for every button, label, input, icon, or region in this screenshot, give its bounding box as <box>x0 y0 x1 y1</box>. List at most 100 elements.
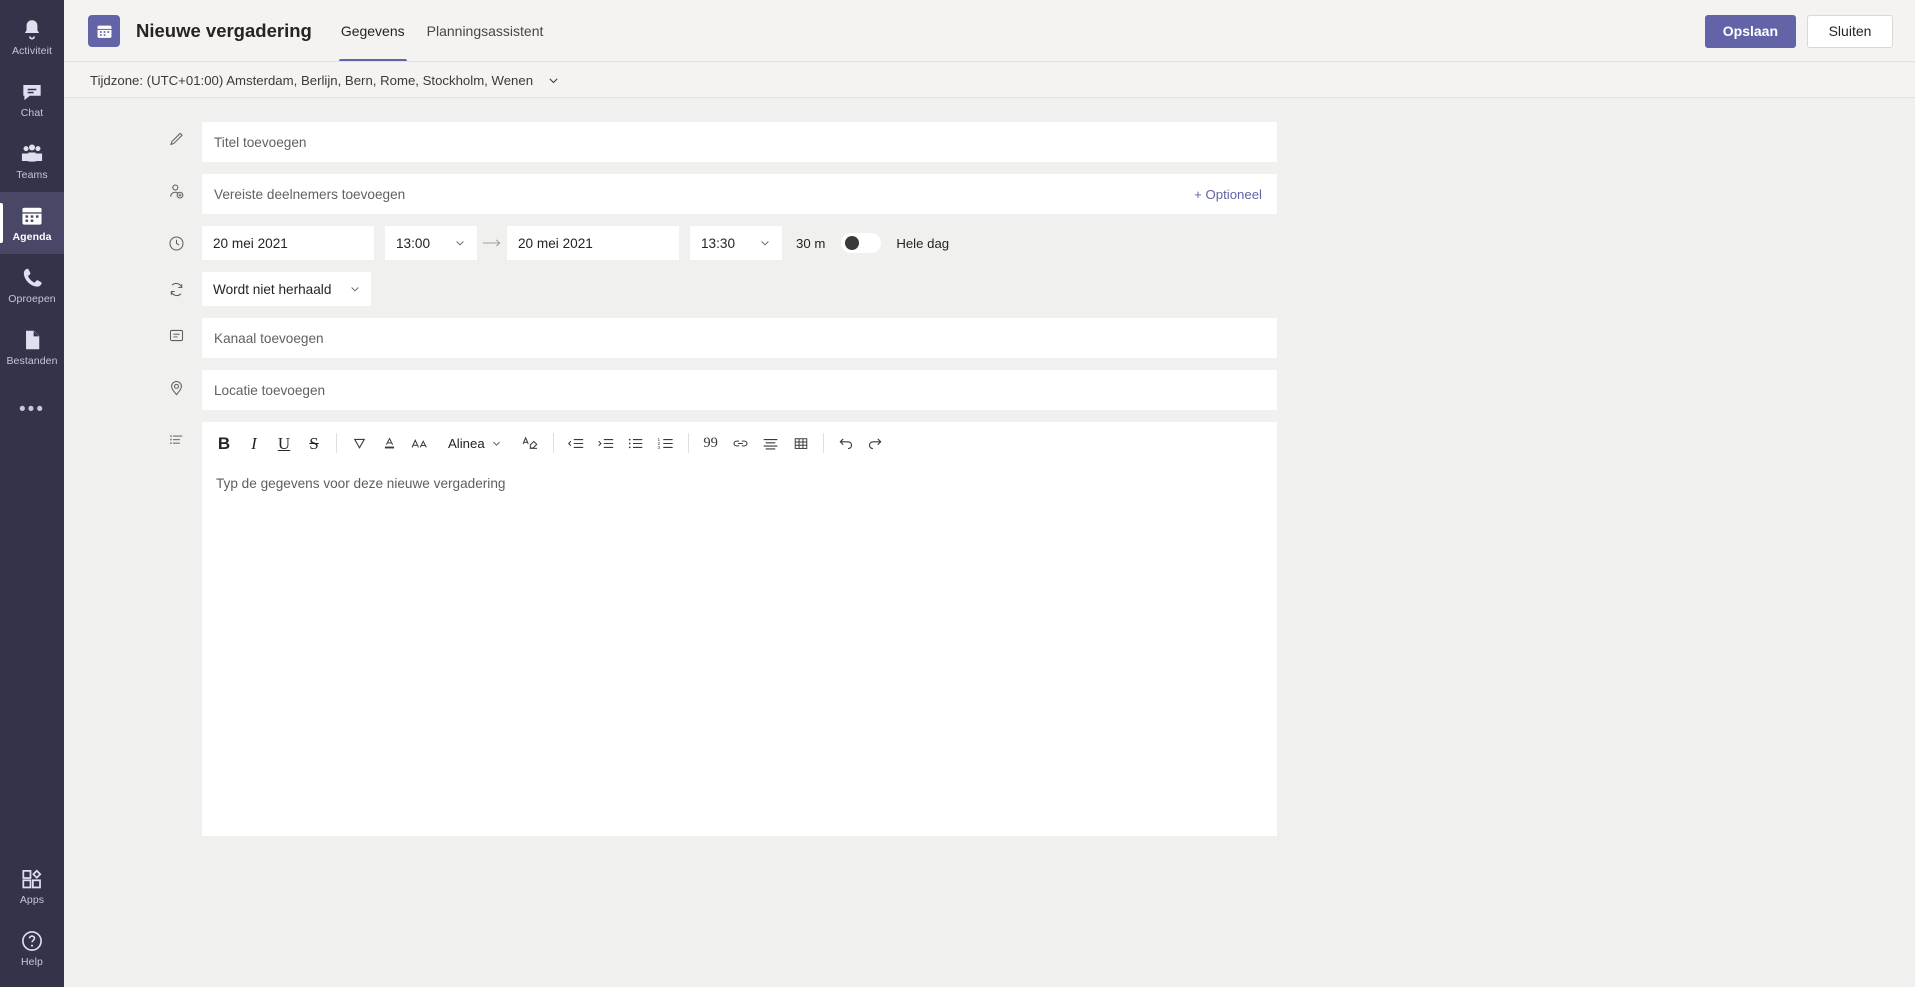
form-row-attendees: Vereiste deelnemers toevoegen + Optionee… <box>64 174 1915 214</box>
teams-app-window: Activiteit Chat Teams Agenda Oproepen Be… <box>0 0 1915 987</box>
sidebar-item-label: Chat <box>20 107 44 120</box>
form-row-location-body: Locatie toevoegen <box>202 370 1277 410</box>
table-icon[interactable] <box>786 428 816 458</box>
form-row-title-body: Titel toevoegen <box>202 122 1277 162</box>
form-row-channel-body: Kanaal toevoegen <box>202 318 1277 358</box>
form-row-location: Locatie toevoegen <box>64 370 1915 410</box>
end-date-input[interactable]: 20 mei 2021 <box>507 226 679 260</box>
highlight-icon[interactable] <box>344 428 374 458</box>
bullet-list-icon[interactable] <box>621 428 651 458</box>
details-textarea[interactable]: Typ de gegevens voor deze nieuwe vergade… <box>202 464 1277 836</box>
form-row-attendees-body: Vereiste deelnemers toevoegen + Optionee… <box>202 174 1277 214</box>
repeat-icon <box>150 272 202 306</box>
end-time-select[interactable]: 13:30 <box>690 226 782 260</box>
form-row-datetime-body: 20 mei 2021 13:00 20 mei 2021 13:30 30 m… <box>202 226 1277 260</box>
underline-button[interactable]: U <box>269 428 299 458</box>
sidebar-item-label: Help <box>21 956 43 969</box>
timezone-label: Tijdzone: (UTC+01:00) Amsterdam, Berlijn… <box>90 72 534 88</box>
form-row-title: Titel toevoegen <box>64 122 1915 162</box>
details-editor: B I U S Alinea 1 2 3 99 Typ de gegevens … <box>202 422 1277 836</box>
strikethrough-button[interactable]: S <box>299 428 329 458</box>
italic-button[interactable]: I <box>239 428 269 458</box>
sidebar-item-label: Apps <box>19 894 45 907</box>
title-input[interactable]: Titel toevoegen <box>202 122 1277 162</box>
all-day-label: Hele dag <box>896 235 950 251</box>
datetime-controls: 20 mei 2021 13:00 20 mei 2021 13:30 30 m… <box>202 226 1277 260</box>
sidebar-item-chat[interactable]: Chat <box>0 68 64 130</box>
sidebar-item-label: Bestanden <box>6 355 58 368</box>
duration-label: 30 m <box>796 235 826 251</box>
paragraph-style-select[interactable]: Alinea <box>439 428 511 458</box>
toolbar-divider <box>552 433 554 453</box>
start-time-select[interactable]: 13:00 <box>385 226 477 260</box>
undo-icon[interactable] <box>831 428 861 458</box>
chevron-down-icon[interactable] <box>547 74 560 87</box>
sidebar-item-apps[interactable]: Apps <box>0 855 64 917</box>
sidebar-item-activity[interactable]: Activiteit <box>0 6 64 68</box>
arrow-right-icon <box>477 237 507 249</box>
main-content: Nieuwe vergadering Gegevens Planningsass… <box>64 0 1915 987</box>
bell-icon <box>19 17 45 43</box>
meeting-header: Nieuwe vergadering Gegevens Planningsass… <box>64 0 1915 62</box>
close-button[interactable]: Sluiten <box>1807 14 1893 48</box>
header-actions: Opslaan Sluiten <box>1704 14 1893 48</box>
location-input[interactable]: Locatie toevoegen <box>202 370 1277 410</box>
toolbar-divider <box>822 433 824 453</box>
svg-text:3: 3 <box>658 444 661 449</box>
recurrence-value: Wordt niet herhaald <box>213 281 332 297</box>
decrease-indent-icon[interactable] <box>561 428 591 458</box>
toggle-knob <box>845 236 860 250</box>
sidebar-primary-group: Activiteit Chat Teams Agenda Oproepen Be… <box>0 0 64 440</box>
toolbar-divider <box>336 433 337 453</box>
meeting-calendar-badge-icon <box>88 15 120 47</box>
numbered-list-icon[interactable]: 1 2 3 <box>651 428 681 458</box>
quote-label: 99 <box>703 434 718 451</box>
tab-planningsassistent[interactable]: Planningsassistent <box>416 0 555 62</box>
sidebar-bottom-group: Apps Help <box>0 855 64 987</box>
app-sidebar: Activiteit Chat Teams Agenda Oproepen Be… <box>0 0 64 987</box>
strikethrough-label: S <box>309 433 319 453</box>
redo-icon[interactable] <box>861 428 891 458</box>
start-time-value: 13:00 <box>396 235 431 251</box>
add-person-icon <box>150 174 202 208</box>
form-row-recurrence-body: Wordt niet herhaald <box>202 272 1277 306</box>
more-label: ••• <box>19 398 45 420</box>
chat-icon <box>19 79 45 105</box>
bold-label: B <box>217 433 231 453</box>
attendees-field: Vereiste deelnemers toevoegen + Optionee… <box>202 174 1277 214</box>
sidebar-item-teams[interactable]: Teams <box>0 130 64 192</box>
editor-toolbar: B I U S Alinea 1 2 3 99 <box>202 422 1277 464</box>
sidebar-item-files[interactable]: Bestanden <box>0 316 64 378</box>
link-icon[interactable] <box>726 428 756 458</box>
start-date-input[interactable]: 20 mei 2021 <box>202 226 374 260</box>
sidebar-item-calls[interactable]: Oproepen <box>0 254 64 316</box>
sidebar-item-help[interactable]: Help <box>0 917 64 979</box>
font-size-icon[interactable] <box>404 428 434 458</box>
all-day-toggle[interactable] <box>841 233 882 253</box>
attendees-input[interactable]: Vereiste deelnemers toevoegen <box>214 187 405 202</box>
channel-input[interactable]: Kanaal toevoegen <box>202 318 1277 358</box>
add-optional-link[interactable]: + Optioneel <box>1194 187 1262 202</box>
save-button[interactable]: Opslaan <box>1704 14 1796 48</box>
align-icon[interactable] <box>756 428 786 458</box>
recurrence-select[interactable]: Wordt niet herhaald <box>202 272 372 306</box>
apps-icon <box>19 866 45 892</box>
tab-gegevens[interactable]: Gegevens <box>330 0 416 62</box>
header-tabs: Gegevens Planningsassistent <box>330 0 555 62</box>
timezone-bar: Tijdzone: (UTC+01:00) Amsterdam, Berlijn… <box>64 62 1915 98</box>
sidebar-more-button[interactable]: ••• <box>0 378 64 440</box>
font-color-icon[interactable] <box>374 428 404 458</box>
sidebar-item-label: Teams <box>16 169 48 182</box>
form-row-datetime: 20 mei 2021 13:00 20 mei 2021 13:30 30 m… <box>64 226 1915 260</box>
chevron-down-icon <box>349 283 361 295</box>
page-title: Nieuwe vergadering <box>136 20 312 41</box>
italic-label: I <box>251 433 257 453</box>
clear-formatting-icon[interactable] <box>516 428 546 458</box>
chevron-down-icon <box>759 237 771 249</box>
quote-button[interactable]: 99 <box>696 428 726 458</box>
bold-button[interactable]: B <box>209 428 239 458</box>
location-pin-icon <box>150 370 202 404</box>
sidebar-item-agenda[interactable]: Agenda <box>0 192 64 254</box>
increase-indent-icon[interactable] <box>591 428 621 458</box>
chevron-down-icon <box>454 237 466 249</box>
